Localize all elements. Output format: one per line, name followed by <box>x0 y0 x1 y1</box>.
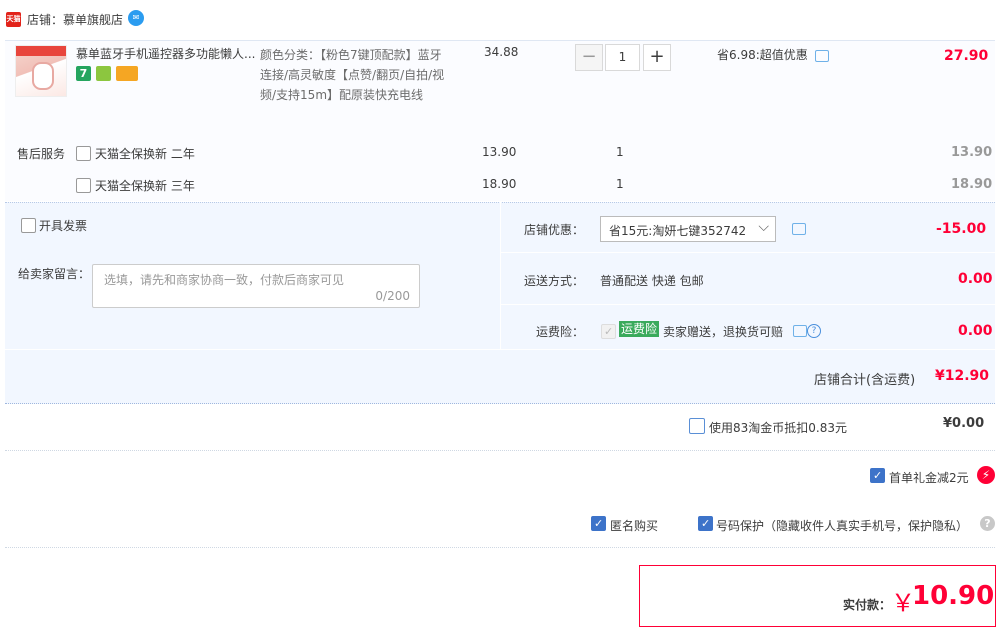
column-divider <box>500 202 501 349</box>
qty-input[interactable]: 1 <box>605 44 640 71</box>
help-icon[interactable]: ? <box>980 516 995 531</box>
after-sales-2yr-checkbox[interactable] <box>76 146 91 161</box>
shop-name[interactable]: 店铺：慕单旗舰店 <box>27 11 123 28</box>
promo-text: 省6.98:超值优惠 <box>717 48 808 62</box>
product-title[interactable]: 慕单蓝牙手机遥控器多功能懒人... <box>76 45 256 62</box>
wangwang-chat-icon[interactable]: ✉ <box>128 10 144 26</box>
coins-amount: ¥0.00 <box>943 416 985 431</box>
row-divider <box>5 349 995 350</box>
shipping-method: 普通配送 快递 包邮 <box>600 274 704 288</box>
unit-price: 34.88 <box>484 45 519 59</box>
memo-placeholder: 选填，请先和商家协商一致，付款后商家可见 <box>104 273 345 287</box>
invoice-checkbox[interactable] <box>21 218 36 233</box>
payment-label: 实付款： <box>843 598 892 612</box>
after-sales-2yr-name: 天猫全保换新 二年 <box>95 147 195 161</box>
shop-total-label: 店铺合计(含运费) <box>814 373 916 388</box>
chevron-down-icon: ⌵ <box>758 219 769 235</box>
item-subtotal: 27.90 <box>944 48 989 64</box>
sku-description: 颜色分类：【粉色7键顶配款】蓝牙连接/高灵敏度【点赞/翻页/自拍/视频/支持15… <box>260 48 445 102</box>
payment-amount: 10.90 <box>912 581 995 611</box>
card-icon <box>116 66 138 81</box>
insurance-badge: 运费险 <box>619 321 660 337</box>
after-sales-3yr-name: 天猫全保换新 三年 <box>95 179 195 193</box>
comment-icon[interactable] <box>792 223 806 235</box>
product-thumbnail[interactable] <box>15 45 67 97</box>
after-sales-3yr-subtotal: 18.90 <box>951 177 993 192</box>
shop-header: 天猫 店铺：慕单旗舰店 ✉ <box>0 0 1001 40</box>
shipping-amount: 0.00 <box>958 271 993 287</box>
payment-summary-box: 实付款： ￥ 10.90 <box>639 565 996 627</box>
coins-label: 使用83淘金币抵扣0.83元 <box>709 421 847 435</box>
lightning-icon: ⚡ <box>977 466 995 484</box>
after-sales-2yr-subtotal: 13.90 <box>951 145 993 160</box>
insurance-label: 运费险： <box>536 325 585 339</box>
shipping-label: 运送方式： <box>524 274 585 288</box>
row-divider <box>500 252 995 253</box>
shop-discount-select[interactable]: 省15元:淘妍七键352742 ⌵ <box>600 216 776 242</box>
insurance-icon <box>96 66 111 81</box>
after-sales-3yr-qty: 1 <box>616 177 624 191</box>
shop-discount-value: 省15元:淘妍七键352742 <box>609 224 747 238</box>
insurance-checkbox <box>601 324 616 339</box>
after-sales-label: 售后服务 <box>17 147 66 161</box>
qty-decrease-button[interactable]: − <box>575 44 603 71</box>
privacy-label: 号码保护（隐藏收件人真实手机号，保护隐私） <box>716 519 969 533</box>
after-sales-2yr-qty: 1 <box>616 145 624 159</box>
first-gift-label: 首单礼金减2元 <box>889 471 969 485</box>
memo-char-count: 0/200 <box>375 289 410 303</box>
after-sales-2yr-price: 13.90 <box>482 145 517 159</box>
after-sales-3yr-price: 18.90 <box>482 177 517 191</box>
insurance-amount: 0.00 <box>958 323 993 339</box>
coins-checkbox[interactable] <box>689 418 705 434</box>
shop-discount-amount: -15.00 <box>936 221 987 237</box>
invoice-label: 开具发票 <box>39 219 88 233</box>
question-icon[interactable]: ? <box>807 324 821 338</box>
memo-label: 给卖家留言： <box>18 267 91 281</box>
row-divider <box>500 304 995 305</box>
section-divider <box>5 450 995 451</box>
shop-discount-label: 店铺优惠： <box>524 223 585 237</box>
insurance-desc: 卖家赠送，退换货可赔 <box>663 325 784 339</box>
tmall-icon: 天猫 <box>6 12 21 27</box>
first-gift-checkbox[interactable] <box>870 468 885 483</box>
qty-increase-button[interactable]: + <box>643 44 671 71</box>
comment-icon[interactable] <box>815 50 829 62</box>
comment-icon[interactable] <box>793 325 807 337</box>
memo-textarea[interactable]: 选填，请先和商家协商一致，付款后商家可见 0/200 <box>92 264 420 308</box>
after-sales-3yr-checkbox[interactable] <box>76 178 91 193</box>
7-day-return-icon: 7 <box>76 66 91 81</box>
anonymous-label: 匿名购买 <box>610 519 659 533</box>
anonymous-checkbox[interactable] <box>591 516 606 531</box>
section-divider <box>5 547 995 548</box>
privacy-checkbox[interactable] <box>698 516 713 531</box>
shop-total-amount: ¥12.90 <box>935 368 990 384</box>
